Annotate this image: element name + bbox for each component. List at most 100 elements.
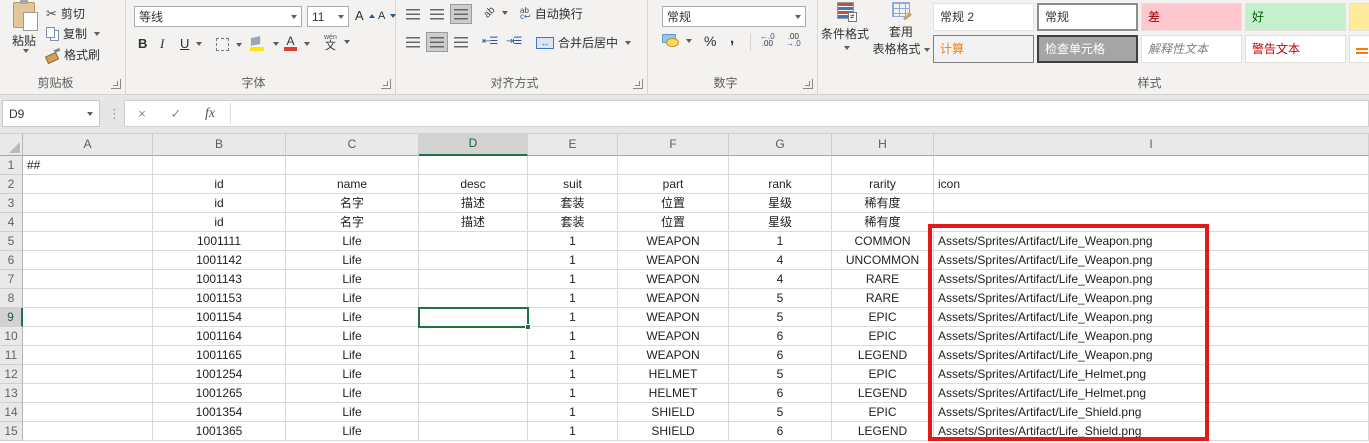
cell-D3[interactable]: 描述 <box>419 194 528 213</box>
cell-A1[interactable]: ## <box>23 156 153 175</box>
cell-G15[interactable]: 6 <box>729 422 832 441</box>
cell-B4[interactable]: id <box>153 213 286 232</box>
italic-button[interactable]: I <box>160 36 164 52</box>
cell-E15[interactable]: 1 <box>528 422 618 441</box>
cell-G5[interactable]: 1 <box>729 232 832 251</box>
wrap-text-button[interactable]: abc↩ 自动换行 <box>520 5 583 22</box>
cell-F6[interactable]: WEAPON <box>618 251 729 270</box>
cell-A7[interactable] <box>23 270 153 289</box>
borders-dropdown-arrow[interactable] <box>236 43 242 47</box>
cell-G4[interactable]: 星级 <box>729 213 832 232</box>
style-check-cell[interactable]: 检查单元格 <box>1037 35 1138 63</box>
column-header-C[interactable]: C <box>286 134 419 156</box>
cell-F1[interactable] <box>618 156 729 175</box>
cell-H8[interactable]: RARE <box>832 289 934 308</box>
cell-E7[interactable]: 1 <box>528 270 618 289</box>
orientation-button[interactable]: ab <box>484 7 508 18</box>
cell-E12[interactable]: 1 <box>528 365 618 384</box>
cell-A15[interactable] <box>23 422 153 441</box>
cell-H3[interactable]: 稀有度 <box>832 194 934 213</box>
conditional-formatting-button[interactable]: ≠ 条件格式 <box>820 2 870 50</box>
bold-button[interactable]: B <box>138 36 147 51</box>
cell-C8[interactable]: Life <box>286 289 419 308</box>
cell-E6[interactable]: 1 <box>528 251 618 270</box>
cell-G6[interactable]: 4 <box>729 251 832 270</box>
cell-B10[interactable]: 1001164 <box>153 327 286 346</box>
align-bottom-button[interactable] <box>450 4 472 24</box>
phonetic-guide-button[interactable]: wén文 <box>324 33 350 51</box>
cell-B7[interactable]: 1001143 <box>153 270 286 289</box>
row-header-7[interactable]: 7 <box>0 270 23 289</box>
format-painter-button[interactable]: 格式刷 <box>46 46 100 63</box>
cell-H4[interactable]: 稀有度 <box>832 213 934 232</box>
insert-function-button[interactable]: fx <box>193 106 227 122</box>
style-partial-linked-cell[interactable] <box>1349 35 1369 63</box>
row-header-8[interactable]: 8 <box>0 289 23 308</box>
number-dialog-launcher[interactable] <box>803 79 813 89</box>
paste-dropdown-arrow[interactable] <box>23 49 29 53</box>
cell-E1[interactable] <box>528 156 618 175</box>
increase-font-size-button[interactable]: A <box>355 8 375 23</box>
cell-I2[interactable]: icon <box>934 175 1369 194</box>
cell-F15[interactable]: SHIELD <box>618 422 729 441</box>
font-color-dropdown-arrow[interactable] <box>304 42 310 46</box>
style-warning-text[interactable]: 警告文本 <box>1245 35 1346 63</box>
cell-G11[interactable]: 6 <box>729 346 832 365</box>
merge-center-button[interactable]: ↔ 合并后居中 <box>536 34 631 51</box>
row-header-6[interactable]: 6 <box>0 251 23 270</box>
cell-C15[interactable]: Life <box>286 422 419 441</box>
cell-A8[interactable] <box>23 289 153 308</box>
cell-F14[interactable]: SHIELD <box>618 403 729 422</box>
paste-button[interactable]: 粘贴 <box>4 2 44 66</box>
cell-B8[interactable]: 1001153 <box>153 289 286 308</box>
cell-C2[interactable]: name <box>286 175 419 194</box>
cell-F4[interactable]: 位置 <box>618 213 729 232</box>
align-middle-button[interactable] <box>426 4 448 24</box>
row-header-5[interactable]: 5 <box>0 232 23 251</box>
cell-F7[interactable]: WEAPON <box>618 270 729 289</box>
cell-H6[interactable]: UNCOMMON <box>832 251 934 270</box>
cell-F12[interactable]: HELMET <box>618 365 729 384</box>
alignment-dialog-launcher[interactable] <box>633 79 643 89</box>
phonetic-dropdown-arrow[interactable] <box>344 40 350 44</box>
cell-A2[interactable] <box>23 175 153 194</box>
cell-D1[interactable] <box>419 156 528 175</box>
cell-H15[interactable]: LEGEND <box>832 422 934 441</box>
cell-I3[interactable] <box>934 194 1369 213</box>
cell-H7[interactable]: RARE <box>832 270 934 289</box>
cell-F3[interactable]: 位置 <box>618 194 729 213</box>
cell-B13[interactable]: 1001265 <box>153 384 286 403</box>
cell-H1[interactable] <box>832 156 934 175</box>
row-header-2[interactable]: 2 <box>0 175 23 194</box>
cell-F11[interactable]: WEAPON <box>618 346 729 365</box>
decrease-indent-button[interactable]: ⇤☰ <box>482 36 497 47</box>
cell-C13[interactable]: Life <box>286 384 419 403</box>
cell-E2[interactable]: suit <box>528 175 618 194</box>
row-header-14[interactable]: 14 <box>0 403 23 422</box>
align-left-button[interactable] <box>402 32 424 52</box>
decrease-decimal-button[interactable]: .00→.0 <box>786 33 801 47</box>
cell-C3[interactable]: 名字 <box>286 194 419 213</box>
cell-D5[interactable] <box>419 232 528 251</box>
cell-A3[interactable] <box>23 194 153 213</box>
column-header-I[interactable]: I <box>934 134 1369 156</box>
fill-color-dropdown-arrow[interactable] <box>273 42 279 46</box>
align-right-button[interactable] <box>450 32 472 52</box>
decrease-font-size-button[interactable]: A <box>378 10 396 22</box>
cell-A6[interactable] <box>23 251 153 270</box>
cell-D2[interactable]: desc <box>419 175 528 194</box>
font-name-dropdown-arrow[interactable] <box>291 15 297 19</box>
cell-C14[interactable]: Life <box>286 403 419 422</box>
clipboard-dialog-launcher[interactable] <box>111 79 121 89</box>
cell-B5[interactable]: 1001111 <box>153 232 286 251</box>
row-header-1[interactable]: 1 <box>0 156 23 175</box>
cell-D14[interactable] <box>419 403 528 422</box>
cell-B9[interactable]: 1001154 <box>153 308 286 327</box>
style-bad[interactable]: 差 <box>1141 3 1242 31</box>
cell-B12[interactable]: 1001254 <box>153 365 286 384</box>
cell-H11[interactable]: LEGEND <box>832 346 934 365</box>
cell-G13[interactable]: 6 <box>729 384 832 403</box>
number-format-dropdown-arrow[interactable] <box>795 15 801 19</box>
percent-style-button[interactable]: % <box>704 33 716 49</box>
cell-D4[interactable]: 描述 <box>419 213 528 232</box>
